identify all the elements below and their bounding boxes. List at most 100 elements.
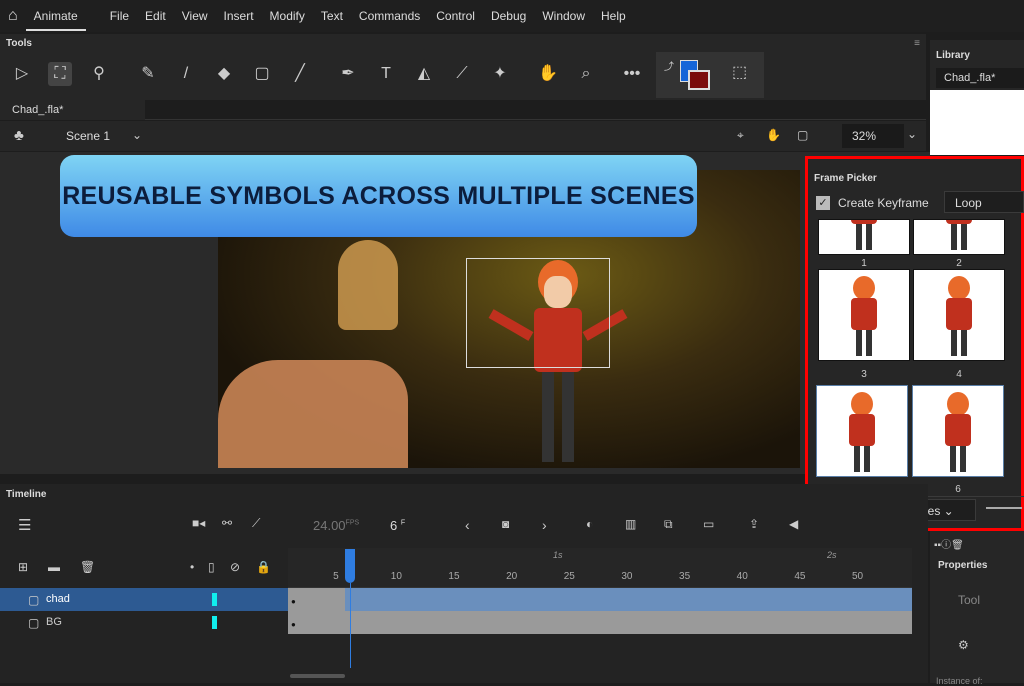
menu-control[interactable]: Control [428,9,483,23]
menu-commands[interactable]: Commands [351,9,428,23]
parenting-icon[interactable]: ⚯ [222,516,232,530]
library-actions-icons[interactable]: ▪▪ⓘ🗑 [934,536,964,551]
outline-icon[interactable]: ▯ [208,560,215,574]
fill-color-swatch[interactable] [688,70,710,90]
snap-box-icon[interactable]: ⬚ [732,62,747,82]
title-banner: REUSABLE SYMBOLS ACROSS MULTIPLE SCENES [60,155,697,237]
highlight-dot-icon[interactable]: • [190,560,194,574]
frames-row-chad[interactable]: ● [288,588,912,611]
swap-colors-icon[interactable]: ⤴ [664,58,674,73]
play-back-icon[interactable]: ◀ [789,517,798,531]
pin-tool-icon[interactable]: ✦ [488,62,512,86]
loop-select[interactable]: Loop [944,191,1024,213]
pen-tool-icon[interactable]: ✒ [336,62,360,86]
camera-icon[interactable]: ■◂ [192,516,205,530]
seconds-label-1: 1s [553,550,563,560]
lock-icon[interactable]: 🔒 [256,560,271,574]
hand-tool-icon[interactable]: ✋ [536,62,560,86]
zoom-tool-icon[interactable]: ⌕ [574,62,598,86]
keyframe-marker[interactable]: ● [291,620,296,629]
graph-icon[interactable]: ⟋ [252,516,260,531]
playhead-handle[interactable] [344,549,355,583]
timeline-scrollbar[interactable] [290,674,345,678]
menu-debug[interactable]: Debug [483,9,534,23]
library-document-select[interactable]: Chad_.fla* [936,68,1024,88]
library-tab[interactable]: Library [936,50,970,61]
delete-layer-icon[interactable]: 🗑 [80,560,95,574]
keyframe-marker[interactable]: ● [291,597,296,606]
paint-bucket-tool-icon[interactable]: ◭ [412,62,436,86]
insert-keyframe-icon[interactable]: ◙ [502,517,509,531]
layer-name[interactable]: chad [46,593,70,605]
lasso-tool-icon[interactable]: ⚲ [87,62,111,86]
playhead-line[interactable] [349,583,351,668]
frame-tick-label: 35 [679,571,691,582]
create-keyframe-checkbox[interactable]: ✓ [816,196,830,210]
new-folder-icon[interactable]: ▬ [48,560,60,574]
library-panel: Library Chad_.fla* [930,40,1024,155]
brush-tool-icon[interactable]: / [174,62,198,86]
next-keyframe-icon[interactable]: › [542,517,547,533]
menu-text[interactable]: Text [313,9,351,23]
menu-view[interactable]: View [174,9,216,23]
edit-multiple-frames-icon[interactable]: ▥ [625,517,636,531]
frame-number: 3 [861,369,867,380]
timeline-tab[interactable]: Timeline [6,489,46,500]
clip-stage-icon[interactable]: ▢ [797,128,808,142]
workspace-animate[interactable]: Animate [25,9,86,31]
layer-name[interactable]: BG [46,616,62,628]
thumbnail-size-slider[interactable] [986,507,1022,509]
frame-tick-label: 10 [390,571,402,582]
zoom-dropdown-icon[interactable]: ⌄ [907,127,917,141]
properties-tool-tab[interactable]: Tool [958,593,980,607]
text-tool-icon[interactable]: T [374,62,398,86]
timeline-ruler[interactable] [288,548,912,588]
scene-selector[interactable]: Scene 1 [66,129,110,143]
chevron-down-icon[interactable]: ⌄ [132,128,142,142]
eraser-tool-icon[interactable]: ◆ [212,62,236,86]
zoom-input[interactable]: 32% [842,124,904,148]
rectangle-tool-icon[interactable]: ▢ [250,62,274,86]
rotate-stage-icon[interactable]: ✋ [766,128,781,142]
menu-edit[interactable]: Edit [137,9,174,23]
symbol-club-icon[interactable]: ♣ [14,127,24,144]
frame-thumbnail[interactable] [912,385,1004,477]
menu-insert[interactable]: Insert [216,9,262,23]
menu-modify[interactable]: Modify [262,9,313,23]
home-icon[interactable]: ⌂ [0,7,26,25]
frame-thumbnail[interactable] [818,219,910,255]
eyedropper-tool-icon[interactable]: ⟋ [450,62,474,86]
fps-display[interactable]: 24.00FPS [313,518,359,533]
panel-menu-icon[interactable]: ≡ [914,38,920,49]
layer-row-chad[interactable]: ▢ chad [0,588,288,611]
center-stage-icon[interactable]: ⌖ [737,128,744,143]
layer-color[interactable] [212,616,217,629]
menu-file[interactable]: File [102,9,137,23]
current-frame-display[interactable]: 6 F [390,518,405,533]
new-layer-icon[interactable]: ⊞ [18,560,28,574]
insert-blank-keyframe-icon[interactable]: ▭ [703,517,714,531]
more-tools-icon[interactable]: ••• [620,62,644,86]
frame-thumbnail[interactable] [816,385,908,477]
frame-thumbnail[interactable] [913,219,1005,255]
menu-help[interactable]: Help [593,9,634,23]
create-tween-icon[interactable]: ⧉ [664,517,673,532]
properties-tab[interactable]: Properties [938,560,987,571]
paint-brush-tool-icon[interactable]: ✎ [136,62,160,86]
layer-row-bg[interactable]: ▢ BG [0,611,288,634]
menu-window[interactable]: Window [534,9,593,23]
selection-tool-icon[interactable]: ▷ [10,62,34,86]
frames-row-bg[interactable]: ● [288,611,912,634]
line-tool-icon[interactable]: ╱ [288,62,312,86]
frame-thumbnail[interactable] [818,269,910,361]
export-icon[interactable]: ⇪ [749,517,759,531]
free-transform-tool-icon[interactable]: ⛶ [48,62,72,86]
transform-bounding-box[interactable] [466,258,610,368]
hide-icon[interactable]: ⊘ [230,560,240,574]
frame-thumbnail[interactable] [913,269,1005,361]
layers-icon[interactable]: ☰ [18,516,31,534]
prev-keyframe-icon[interactable]: ‹ [465,517,470,533]
onion-skin-icon[interactable]: ◐ [586,517,593,531]
document-tab[interactable]: Chad_.fla* [0,100,145,120]
layer-color[interactable] [212,593,217,606]
